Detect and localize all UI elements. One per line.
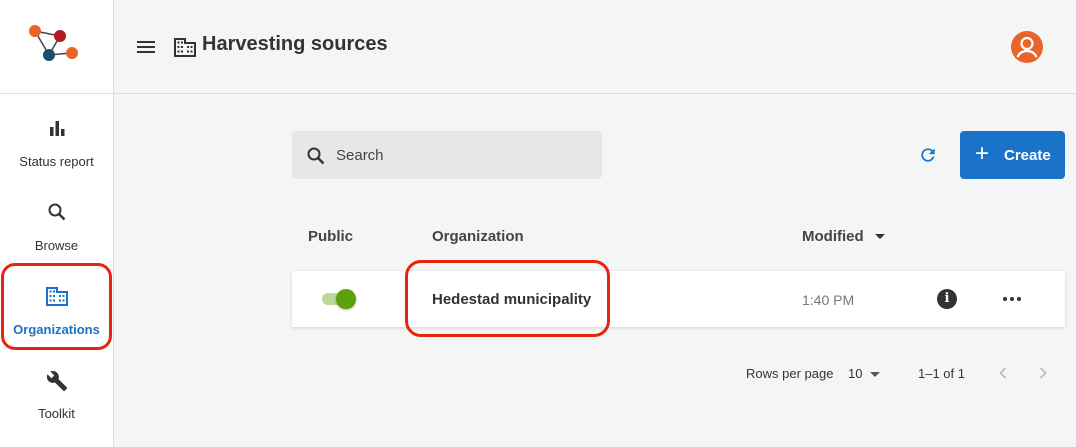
- refresh-icon[interactable]: [918, 145, 938, 165]
- next-page-icon[interactable]: [1032, 362, 1054, 384]
- pagination-range: 1–1 of 1: [918, 366, 965, 381]
- menu-icon[interactable]: [136, 37, 156, 57]
- sidebar-item-status-report[interactable]: Status report: [0, 100, 113, 180]
- highlight-box-organization-name: [405, 260, 610, 337]
- sidebar-item-browse[interactable]: Browse: [0, 184, 113, 264]
- column-header-public: Public: [308, 228, 354, 245]
- search-icon: [307, 147, 325, 165]
- plus-icon: +: [975, 140, 990, 167]
- user-avatar-icon[interactable]: [1011, 31, 1043, 63]
- rows-per-page-select[interactable]: 10: [848, 364, 884, 384]
- public-toggle[interactable]: [320, 289, 356, 309]
- search-input[interactable]: [336, 144, 586, 166]
- sidebar-item-label: Status report: [19, 154, 94, 169]
- column-header-modified[interactable]: Modified: [802, 228, 864, 245]
- search-icon: [0, 202, 113, 224]
- create-button[interactable]: + Create: [960, 131, 1065, 179]
- sidebar-item-label: Browse: [34, 238, 79, 253]
- create-button-label: Create: [1004, 147, 1051, 164]
- app-logo[interactable]: [0, 0, 114, 94]
- column-header-organization: Organization: [432, 228, 524, 245]
- more-options-icon[interactable]: [998, 289, 1026, 309]
- rows-per-page-value: 10: [848, 366, 863, 381]
- sidebar-item-label: Toolkit: [38, 406, 75, 421]
- wrench-icon: [0, 370, 113, 392]
- sidebar-item-toolkit[interactable]: Toolkit: [0, 352, 113, 432]
- bar-chart-icon: [0, 118, 113, 140]
- sidebar: Status report Browse Organizations Toolk…: [0, 0, 114, 447]
- rows-per-page-label: Rows per page: [746, 366, 834, 381]
- chevron-down-icon: [870, 372, 880, 377]
- page-title: Harvesting sources: [202, 33, 388, 55]
- toggle-knob: [336, 289, 356, 309]
- search-box[interactable]: [292, 131, 602, 179]
- logo-icon: [29, 25, 78, 61]
- sort-desc-icon[interactable]: [875, 234, 885, 239]
- building-icon: [174, 37, 196, 62]
- modified-time: 1:40 PM: [802, 292, 855, 308]
- info-icon[interactable]: i: [937, 289, 957, 309]
- previous-page-icon[interactable]: [992, 362, 1014, 384]
- highlight-box-organizations: [1, 263, 112, 350]
- top-bar: Harvesting sources: [114, 0, 1076, 94]
